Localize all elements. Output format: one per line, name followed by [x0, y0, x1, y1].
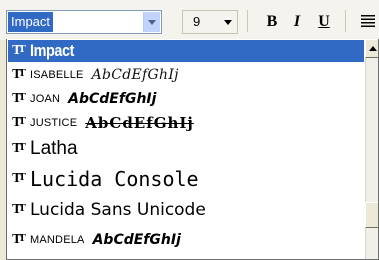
- truetype-font-icon: TT: [12, 115, 26, 130]
- toolbar-separator: [345, 10, 346, 32]
- font-item-sample: AbCdEfGhIj: [92, 232, 181, 248]
- truetype-font-icon: TT: [12, 202, 26, 217]
- scroll-up-button[interactable]: [365, 39, 378, 58]
- font-item-justice[interactable]: TT JUSTICE AbCdEfGhIj: [8, 111, 364, 135]
- truetype-font-icon: TT: [12, 43, 26, 58]
- truetype-font-icon: TT: [12, 141, 26, 156]
- font-item-isabelle[interactable]: TT ISABELLE AbCdEfGhIj: [8, 63, 364, 87]
- formatting-toolbar: Impact 9 B I U: [0, 0, 379, 40]
- align-left-icon[interactable]: [361, 14, 375, 28]
- font-item-label: Lucida Console: [30, 167, 199, 191]
- font-name-value[interactable]: Impact: [8, 12, 54, 32]
- bold-button[interactable]: B: [260, 10, 284, 34]
- truetype-font-icon: TT: [12, 171, 26, 186]
- font-item-joan[interactable]: TT JOAN AbCdEfGhIj: [8, 87, 364, 111]
- font-item-label: JUSTICE: [30, 117, 78, 129]
- truetype-font-icon: TT: [12, 232, 26, 247]
- font-item-label: Latha: [30, 138, 78, 159]
- font-name-dropdown-button[interactable]: [143, 12, 160, 32]
- chevron-down-icon[interactable]: [224, 20, 232, 25]
- chevron-down-icon: [148, 19, 156, 25]
- font-name-combobox[interactable]: Impact: [6, 10, 162, 34]
- font-item-label: MANDELA: [30, 234, 85, 246]
- font-item-label: ISABELLE: [30, 69, 84, 81]
- chevron-up-icon: [368, 46, 377, 51]
- truetype-font-icon: TT: [12, 91, 26, 106]
- scrollbar-thumb[interactable]: [365, 202, 378, 228]
- font-item-label: Lucida Sans Unicode: [30, 200, 206, 220]
- font-size-value[interactable]: 9: [193, 11, 200, 33]
- font-item-label: Impact: [30, 41, 75, 60]
- italic-button[interactable]: I: [285, 10, 309, 34]
- toolbar-separator: [247, 10, 248, 32]
- font-item-label: JOAN: [30, 93, 61, 105]
- truetype-font-icon: TT: [12, 67, 26, 82]
- font-item-latha[interactable]: TT Latha: [8, 135, 364, 163]
- font-item-sample: AbCdEfGhIj: [68, 91, 157, 107]
- font-item-mandela[interactable]: TT MANDELA AbCdEfGhIj: [8, 225, 364, 255]
- font-item-lucida-console[interactable]: TT Lucida Console: [8, 164, 364, 194]
- underline-button[interactable]: U: [312, 10, 336, 34]
- font-size-combobox[interactable]: 9: [182, 10, 238, 34]
- font-item-sample: AbCdEfGhIj: [85, 114, 194, 132]
- font-dropdown-list[interactable]: TT Impact TT ISABELLE AbCdEfGhIj TT JOAN…: [6, 39, 379, 260]
- font-item-sample: AbCdEfGhIj: [91, 67, 179, 83]
- font-item-impact[interactable]: TT Impact: [8, 40, 364, 62]
- font-picker-window: Impact 9 B I U TT Impact TT ISABELLE AbC…: [0, 0, 379, 260]
- font-item-lucida-sans-unicode[interactable]: TT Lucida Sans Unicode: [8, 195, 364, 225]
